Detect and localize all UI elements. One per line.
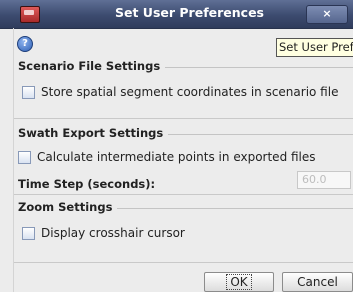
time-step-input[interactable]: 60.0 [297,171,351,189]
section-divider [14,118,353,119]
store-coordinates-checkbox[interactable] [22,85,35,99]
preferences-dialog: Set User Preferences × ? Set User Prefer… [0,0,353,292]
title-bar[interactable]: Set User Preferences × [0,0,353,29]
scenario-section-title: Scenario File Settings [18,59,166,73]
section-divider [14,194,353,195]
store-coordinates-label: Store spatial segment coordinates in sce… [41,85,339,99]
ok-button-label: OK [226,274,252,290]
crosshair-option[interactable]: Display crosshair cursor [22,226,185,240]
content-border [13,28,14,292]
window-title: Set User Preferences [115,5,264,20]
close-button[interactable]: × [306,5,348,24]
tooltip: Set User Preferences [276,38,353,57]
crosshair-label: Display crosshair cursor [41,226,185,240]
ok-button[interactable]: OK [204,272,274,292]
store-coordinates-option[interactable]: Store spatial segment coordinates in sce… [22,85,338,99]
help-icon[interactable]: ? [17,36,33,52]
zoom-section-title: Zoom Settings [18,200,118,214]
crosshair-checkbox[interactable] [22,226,35,240]
app-icon[interactable] [20,6,40,23]
time-step-label: Time Step (seconds): [18,177,156,191]
intermediate-points-checkbox[interactable] [18,150,31,164]
swath-section-title: Swath Export Settings [18,126,169,140]
button-divider [14,262,353,263]
intermediate-points-option[interactable]: Calculate intermediate points in exporte… [18,150,316,164]
cancel-button[interactable]: Cancel [282,272,353,292]
intermediate-points-label: Calculate intermediate points in exporte… [37,150,316,164]
